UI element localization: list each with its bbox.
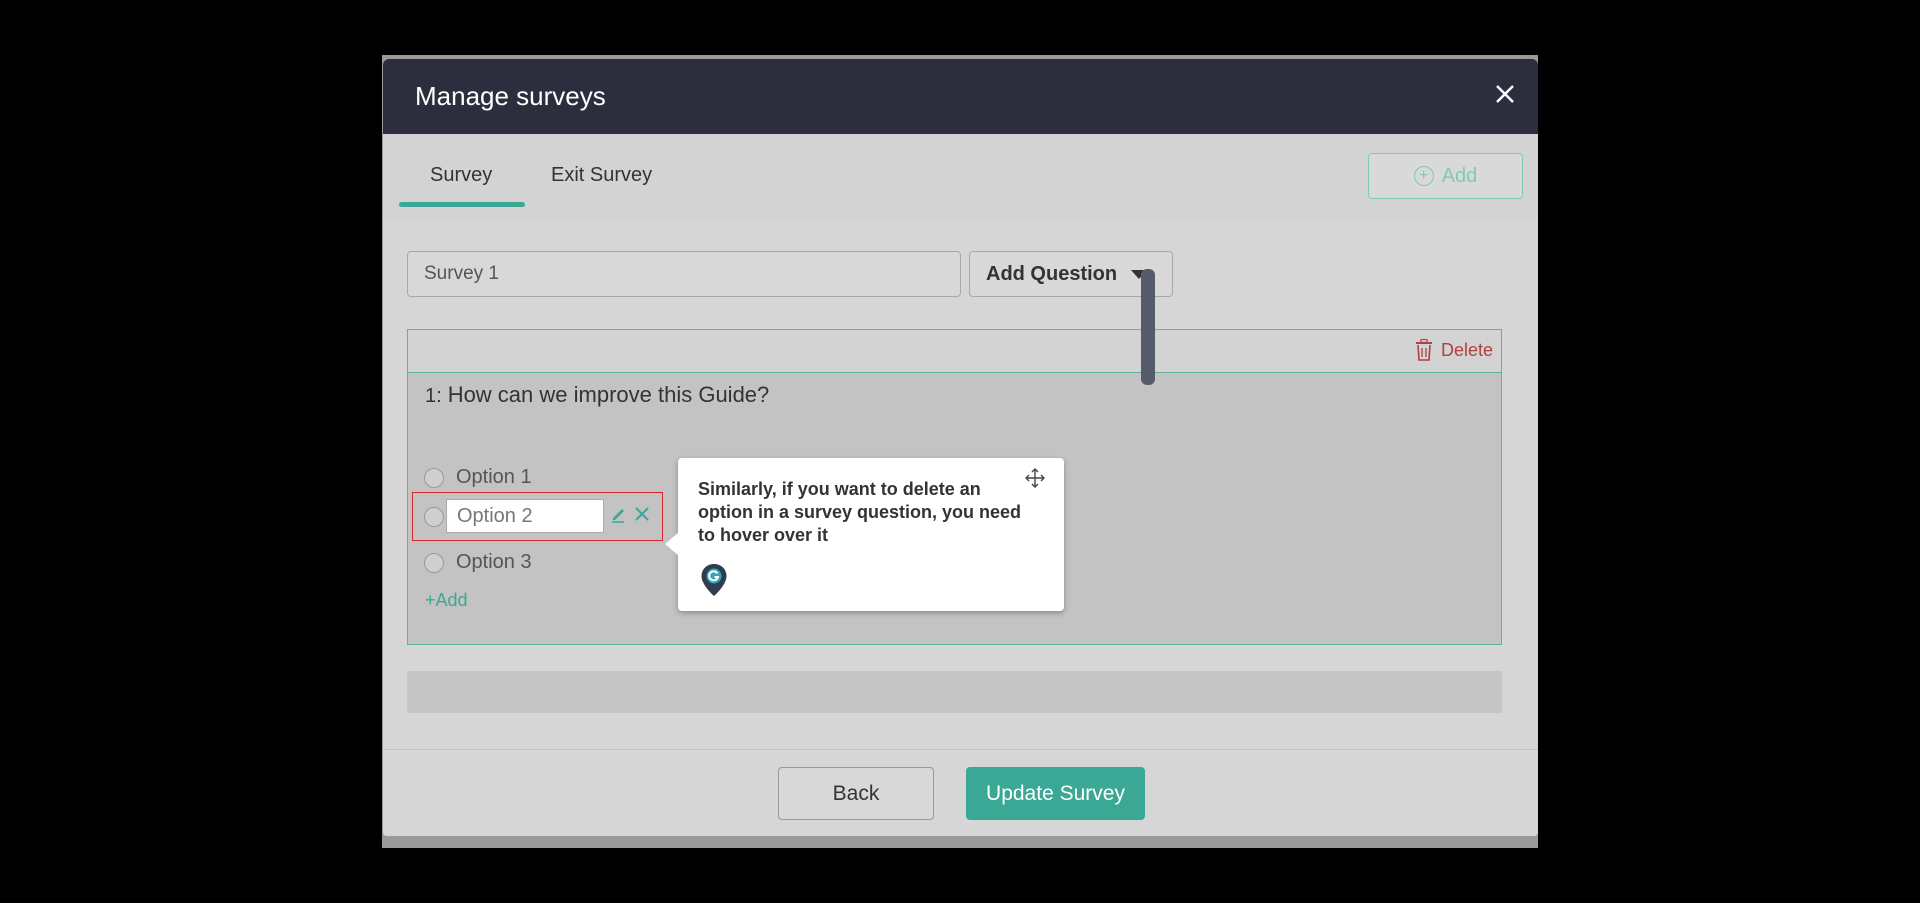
option-row-2-highlight: Option 2 — [412, 492, 663, 541]
update-survey-button[interactable]: Update Survey — [966, 767, 1145, 820]
add-option-link[interactable]: +Add — [425, 590, 468, 611]
trash-icon — [1415, 339, 1432, 361]
survey-name-input[interactable]: Survey 1 — [407, 251, 961, 297]
back-button[interactable]: Back — [778, 767, 934, 820]
question-text: 1: How can we improve this Guide? — [425, 382, 769, 408]
tab-survey[interactable]: Survey — [430, 164, 492, 187]
move-icon[interactable] — [1024, 467, 1046, 489]
question-number: 1: — [425, 385, 442, 407]
tab-exit-survey[interactable]: Exit Survey — [551, 164, 652, 187]
active-tab-indicator — [399, 202, 525, 207]
tooltip-arrow — [665, 532, 679, 556]
modal-title: Manage surveys — [415, 81, 606, 111]
add-circle-icon: + — [1413, 166, 1434, 186]
add-question-label: Add Question — [986, 262, 1118, 285]
delete-option-icon[interactable] — [632, 504, 652, 524]
next-question-placeholder — [407, 671, 1502, 713]
scrollbar-thumb[interactable] — [1141, 269, 1155, 385]
manage-surveys-modal: Manage surveys Survey Exit Survey + Add … — [383, 59, 1538, 836]
option-radio-3[interactable] — [424, 552, 444, 573]
question-label: How can we improve this Guide? — [447, 382, 770, 407]
modal-header: Manage surveys — [383, 59, 1538, 134]
modal-footer: Back Update Survey — [383, 749, 1538, 836]
tabs-bar: Survey Exit Survey + Add — [383, 134, 1538, 219]
option-row-3: Option 3 — [424, 551, 532, 574]
tooltip-text: Similarly, if you want to delete an opti… — [698, 479, 1022, 545]
close-icon[interactable] — [1490, 79, 1520, 109]
edit-icon[interactable] — [610, 505, 628, 523]
option-radio-1[interactable] — [424, 467, 444, 488]
add-survey-button[interactable]: + Add — [1368, 153, 1523, 199]
option-label-3[interactable]: Option 3 — [456, 551, 532, 574]
option-row-1: Option 1 — [424, 466, 532, 489]
guide-tooltip: Similarly, if you want to delete an opti… — [665, 458, 1064, 611]
delete-question-label: Delete — [1440, 339, 1493, 360]
add-survey-label: Add — [1441, 164, 1478, 187]
option-radio-2[interactable] — [424, 507, 444, 527]
option-input-2[interactable]: Option 2 — [446, 499, 604, 533]
delete-question-button[interactable]: Delete — [1415, 339, 1493, 361]
option-label-1[interactable]: Option 1 — [456, 466, 532, 489]
question-card-header: Delete — [408, 330, 1501, 373]
guide-pin-icon — [701, 564, 727, 596]
